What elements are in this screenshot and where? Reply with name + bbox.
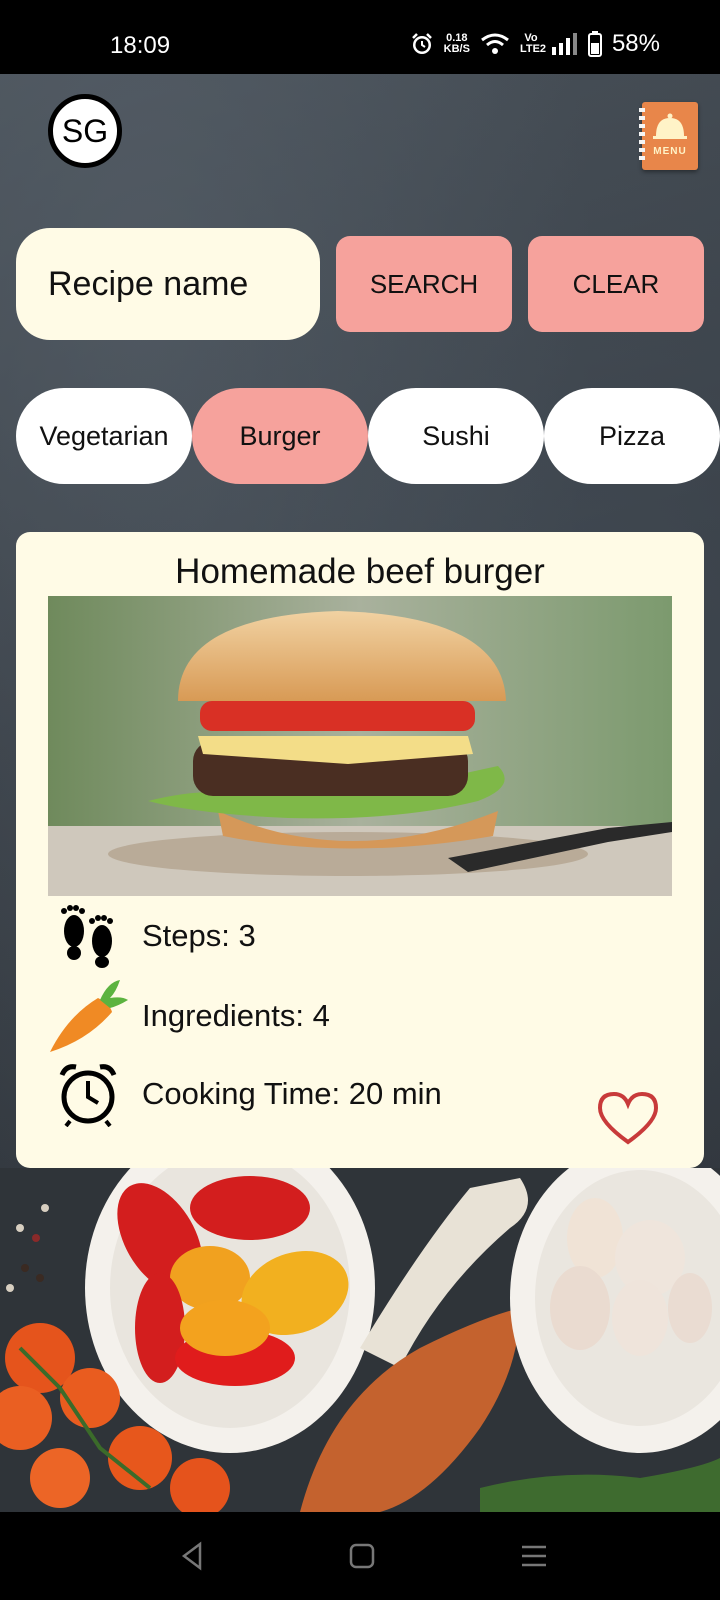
category-chip-burger[interactable]: Burger [192,388,368,484]
volte-indicator: Vo LTE2 [519,32,547,55]
ingredients-row: Ingredients: 4 [48,980,608,1052]
system-nav-bar [0,1512,720,1600]
search-button-label: SEARCH [369,268,479,299]
steps-row: Steps: 3 [48,900,608,972]
clear-button-label: CLEAR [572,268,660,299]
status-time: 18:09 [110,32,171,59]
recipe-title: Homemade beef burger [175,552,545,591]
category-chip-label: Vegetarian [39,420,169,451]
battery-icon [587,31,602,57]
category-chip-pizza[interactable]: Pizza [544,388,720,484]
heart-outline-icon[interactable] [596,1090,660,1146]
network-speed: 0.18 KB/S [444,33,470,55]
battery-percent: 58% [611,30,660,57]
network-speed-unit: KB/S [443,43,470,55]
category-chip-sushi[interactable]: Sushi [368,388,544,484]
back-nav-icon[interactable] [176,1540,208,1572]
category-chip-label: Burger [239,420,321,451]
carrot-icon [48,980,128,1052]
burger-photo [48,596,672,896]
status-bar: 18:09 0.18 KB/S Vo LTE2 58% [0,0,720,74]
cloche-icon [653,113,687,139]
steps-count: Steps: 3 [142,918,256,953]
ingredients-count: Ingredients: 4 [142,998,330,1033]
search-button[interactable]: SEARCH [336,236,512,332]
recipe-search-input[interactable] [16,228,320,340]
footprints-icon [48,900,128,972]
recipe-image [48,596,672,896]
avatar-initials: SG [61,112,109,149]
avatar[interactable]: SG [48,94,122,168]
menu-book-icon[interactable]: MENU [639,102,698,170]
wifi-icon [481,33,509,54]
category-chip-label: Sushi [422,420,490,451]
menu-book-label: MENU [653,146,687,157]
clear-button[interactable]: CLEAR [528,236,704,332]
recipe-card[interactable]: Homemade beef burger Steps: 3 Ingredient… [16,532,704,1168]
signal-icon [551,33,577,55]
category-chip-label: Pizza [598,420,666,451]
status-icons: 0.18 KB/S Vo LTE2 58% [410,30,660,58]
cooking-time-row: Cooking Time: 20 min [48,1058,608,1130]
recents-nav-icon[interactable] [518,1540,550,1572]
cooking-time: Cooking Time: 20 min [142,1076,442,1111]
vegetables-background-photo [0,1168,720,1512]
alarm-clock-icon [48,1058,128,1130]
alarm-icon [411,33,432,54]
home-nav-icon[interactable] [346,1540,378,1572]
category-chip-vegetarian[interactable]: Vegetarian [16,388,192,484]
